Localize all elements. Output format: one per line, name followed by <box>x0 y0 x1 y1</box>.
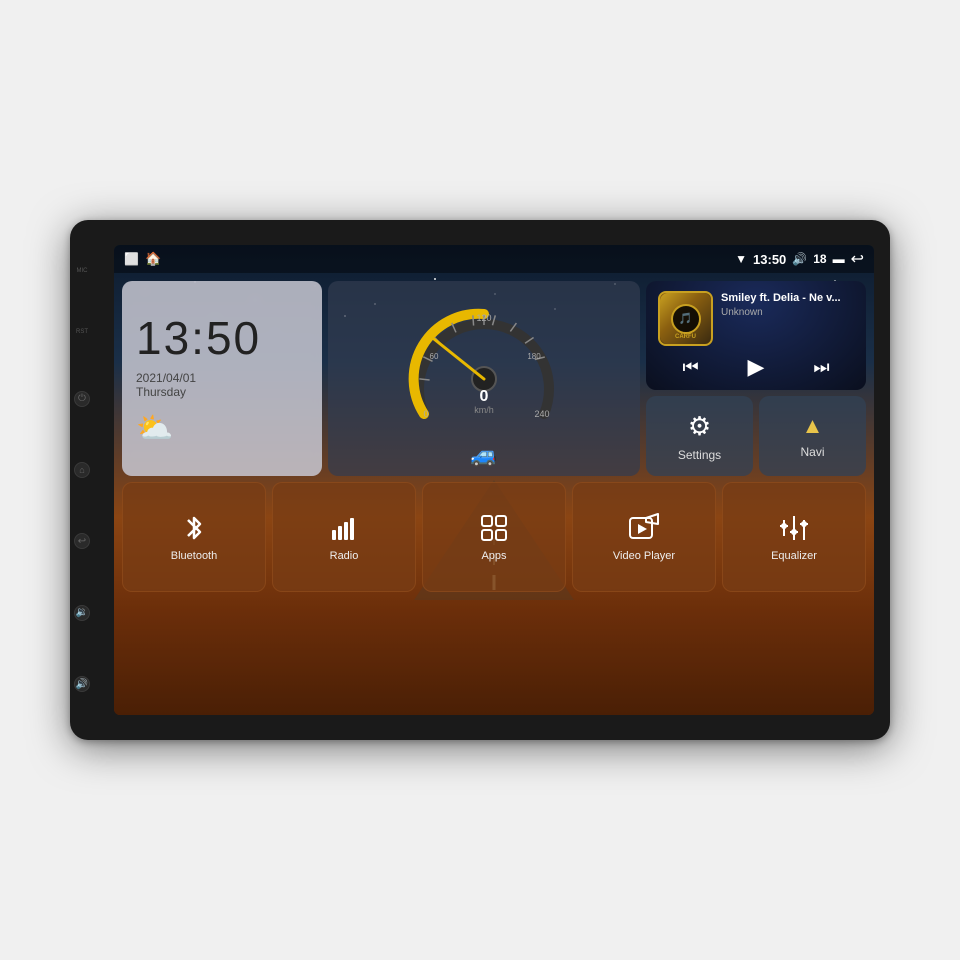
home-app-icon: 🏠 <box>145 251 161 267</box>
equalizer-icon <box>778 512 810 544</box>
car-head-unit: MIC RST ⏻ ⌂ ↩ 🔉 🔊 <box>70 220 890 740</box>
volume-level: 18 <box>813 252 826 266</box>
bluetooth-icon <box>178 512 210 544</box>
status-bar: ⬜ 🏠 ▼ 13:50 🔊 18 ▬ ↩ <box>114 245 874 273</box>
clock-date: 2021/04/01 <box>136 371 308 385</box>
clock-day: Thursday <box>136 385 308 399</box>
main-content-area: 13:50 2021/04/01 Thursday ⛅ <box>114 273 874 715</box>
prev-button[interactable]: ⏮ <box>682 357 698 378</box>
svg-text:0: 0 <box>480 388 489 405</box>
back-side-button[interactable]: ↩ <box>74 533 90 549</box>
music-top-section: 🎵 CARFU Smiley ft. Delia - Ne v... Unkno… <box>658 291 854 346</box>
window-icon: ⬜ <box>124 252 139 266</box>
rst-control: RST <box>76 329 88 335</box>
apps-bar: Bluetooth Radio <box>122 482 866 592</box>
navi-icon: ▲ <box>802 413 824 439</box>
settings-icon: ⚙ <box>688 411 711 442</box>
video-icon <box>628 512 660 544</box>
apps-icon <box>478 512 510 544</box>
left-side-controls: MIC RST ⏻ ⌂ ↩ 🔉 🔊 <box>74 220 90 740</box>
video-player-button[interactable]: Video Player <box>572 482 716 592</box>
music-info: Smiley ft. Delia - Ne v... Unknown <box>721 291 854 318</box>
svg-text:240: 240 <box>534 409 549 419</box>
settings-label: Settings <box>678 448 721 462</box>
clock-time-display: 13:50 <box>136 311 308 365</box>
home-side-button[interactable]: ⌂ <box>74 462 90 478</box>
power-icon[interactable]: ⏻ <box>74 391 90 407</box>
vol-down-button[interactable]: 🔉 <box>74 605 90 621</box>
album-art: 🎵 CARFU <box>658 291 713 346</box>
svg-text:180: 180 <box>527 352 541 361</box>
home-side-icon[interactable]: ⌂ <box>74 462 90 478</box>
weather-icon: ⛅ <box>136 411 308 446</box>
svg-text:60: 60 <box>430 352 439 361</box>
status-time: 13:50 <box>753 252 786 267</box>
svg-text:km/h: km/h <box>474 405 494 415</box>
bluetooth-label: Bluetooth <box>171 550 217 562</box>
apps-label: Apps <box>481 550 506 562</box>
rst-label: RST <box>76 329 88 335</box>
top-widgets-row: 13:50 2021/04/01 Thursday ⛅ <box>122 281 866 476</box>
svg-text:0: 0 <box>423 409 428 419</box>
clock-widget: 13:50 2021/04/01 Thursday ⛅ <box>122 281 322 476</box>
battery-icon: ▬ <box>833 252 845 266</box>
vol-up-button[interactable]: 🔊 <box>74 676 90 692</box>
music-artist: Unknown <box>721 307 854 318</box>
radio-icon <box>328 512 360 544</box>
speedo-svg: 0 240 120 60 180 0 <box>404 299 564 459</box>
car-icon: 🚙 <box>470 442 497 468</box>
mic-control: MIC <box>77 268 88 274</box>
speedometer-widget: 0 240 120 60 180 0 <box>328 281 640 476</box>
bluetooth-button[interactable]: Bluetooth <box>122 482 266 592</box>
video-player-label: Video Player <box>613 550 675 562</box>
music-content: 🎵 CARFU Smiley ft. Delia - Ne v... Unkno… <box>658 291 854 380</box>
right-column: 🎵 CARFU Smiley ft. Delia - Ne v... Unkno… <box>646 281 866 476</box>
equalizer-button[interactable]: Equalizer <box>722 482 866 592</box>
apps-button[interactable]: Apps <box>422 482 566 592</box>
music-controls: ⏮ ▶ ⏭ <box>658 354 854 380</box>
settings-navi-row: ⚙ Settings ▲ Navi <box>646 396 866 476</box>
volume-icon: 🔊 <box>792 252 807 266</box>
vol-down-icon[interactable]: 🔉 <box>74 605 90 621</box>
settings-button[interactable]: ⚙ Settings <box>646 396 753 476</box>
back-button[interactable]: ↩ <box>851 249 864 269</box>
mic-label: MIC <box>77 268 88 274</box>
next-button[interactable]: ⏭ <box>813 357 829 378</box>
power-button[interactable]: ⏻ <box>74 391 90 407</box>
radio-label: Radio <box>330 550 359 562</box>
wifi-signal-icon: ▼ <box>735 252 747 266</box>
radio-button[interactable]: Radio <box>272 482 416 592</box>
back-side-icon[interactable]: ↩ <box>74 533 90 549</box>
music-widget: 🎵 CARFU Smiley ft. Delia - Ne v... Unkno… <box>646 281 866 390</box>
screen-content: ⬜ 🏠 ▼ 13:50 🔊 18 ▬ ↩ 13:50 2021/04/01 <box>114 245 874 715</box>
music-title: Smiley ft. Delia - Ne v... <box>721 291 854 305</box>
navi-label: Navi <box>800 445 824 459</box>
main-screen: ⬜ 🏠 ▼ 13:50 🔊 18 ▬ ↩ 13:50 2021/04/01 <box>114 245 874 715</box>
svg-text:120: 120 <box>476 313 491 323</box>
vol-up-icon[interactable]: 🔊 <box>74 676 90 692</box>
equalizer-label: Equalizer <box>771 550 817 562</box>
navi-button[interactable]: ▲ Navi <box>759 396 866 476</box>
speedo-container: 0 240 120 60 180 0 <box>404 299 564 459</box>
play-button[interactable]: ▶ <box>748 354 765 380</box>
